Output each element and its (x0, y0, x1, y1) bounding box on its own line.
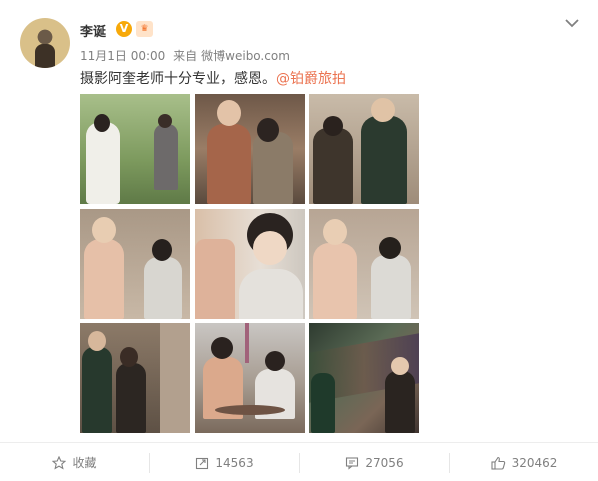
repost-icon (196, 457, 209, 469)
photo-1[interactable] (80, 94, 190, 204)
mention-link[interactable]: @铂爵旅拍 (276, 71, 346, 87)
photo-grid (80, 94, 420, 434)
like-count: 320462 (511, 455, 558, 470)
username[interactable]: 李诞 (80, 21, 106, 40)
post-source[interactable]: 微博weibo.com (201, 49, 290, 63)
comment-button[interactable]: 27056 (300, 443, 449, 481)
post-text: 摄影阿奎老师十分专业，感恩。@铂爵旅拍 (80, 68, 346, 88)
user-avatar[interactable] (20, 18, 70, 68)
chevron-down-icon[interactable] (564, 16, 580, 30)
post-time[interactable]: 11月1日 00:00 (80, 49, 165, 63)
star-icon (52, 455, 67, 470)
photo-5[interactable] (195, 209, 305, 319)
comment-count: 27056 (365, 455, 404, 470)
thumbs-up-icon (491, 456, 505, 470)
weibo-post-card: 李诞 V ♛ 11月1日 00:00 来自 微博weibo.com 摄影阿奎老师十… (0, 0, 598, 481)
photo-2[interactable] (195, 94, 305, 204)
like-button[interactable]: 320462 (450, 443, 598, 481)
favorite-label: 收藏 (72, 456, 97, 470)
repost-count: 14563 (215, 455, 254, 470)
action-toolbar: 收藏 14563 27056 320462 (0, 442, 598, 481)
vip-level-icon[interactable]: ♛ (136, 21, 153, 37)
photo-8[interactable] (195, 323, 305, 433)
photo-4[interactable] (80, 209, 190, 319)
post-meta: 11月1日 00:00 来自 微博weibo.com (80, 47, 294, 64)
post-body: 摄影阿奎老师十分专业，感恩。 (80, 71, 276, 87)
verified-badge-icon[interactable]: V (116, 21, 132, 37)
favorite-button[interactable]: 收藏 (0, 443, 149, 481)
photo-3[interactable] (309, 94, 419, 204)
photo-7[interactable] (80, 323, 190, 433)
source-prefix: 来自 (173, 49, 198, 63)
comment-icon (346, 456, 359, 470)
photo-9[interactable] (309, 323, 419, 433)
photo-6[interactable] (309, 209, 419, 319)
repost-button[interactable]: 14563 (150, 443, 299, 481)
